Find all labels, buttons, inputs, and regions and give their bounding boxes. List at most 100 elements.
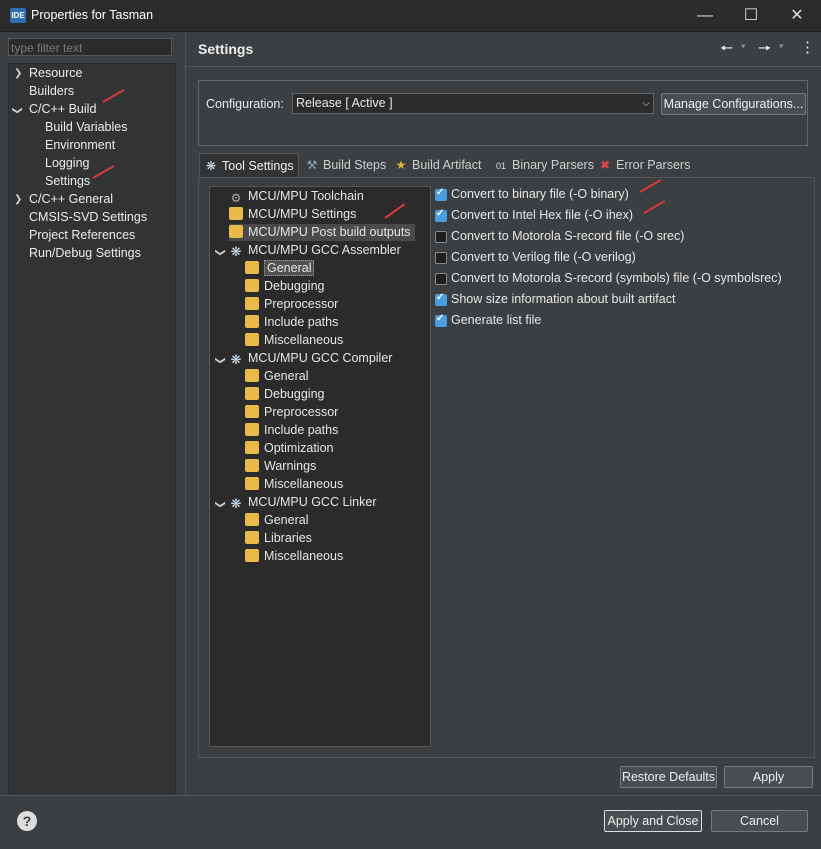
back-dropdown-icon[interactable]: ▾ [741, 41, 746, 52]
app-icon: IDE [10, 8, 26, 23]
cancel-button[interactable]: Cancel [711, 810, 808, 832]
nav-item-project-references[interactable]: Project References [29, 228, 135, 242]
tree-item-compiler-warnings[interactable]: Warnings [245, 458, 316, 475]
option-label[interactable]: Convert to Motorola S-record file (-O sr… [451, 229, 684, 243]
folder-icon [245, 477, 259, 490]
minimize-icon[interactable]: — [682, 0, 728, 31]
tab-tool-settings[interactable]: ❋ Tool Settings [199, 153, 299, 177]
tree-item-gcc-compiler[interactable]: ❋ MCU/MPU GCC Compiler [229, 350, 393, 367]
tree-item-assembler-miscellaneous[interactable]: Miscellaneous [245, 332, 343, 349]
chevron-down-icon[interactable]: ❯ [215, 500, 226, 508]
configuration-label: Configuration: [206, 97, 284, 111]
tab-binary-parsers[interactable]: 01 Binary Parsers [494, 153, 594, 177]
nav-item-build-variables[interactable]: Build Variables [45, 120, 127, 134]
folder-icon [245, 279, 259, 292]
option-label[interactable]: Generate list file [451, 313, 541, 327]
chevron-right-icon[interactable]: ❯ [14, 194, 22, 205]
page-title: Settings [198, 41, 254, 57]
tab-build-steps[interactable]: ⚒ Build Steps [305, 153, 387, 177]
gear-icon: ❋ [230, 496, 242, 511]
apply-button[interactable]: Apply [724, 766, 813, 788]
apply-and-close-button[interactable]: Apply and Close [604, 810, 702, 832]
back-arrow-icon[interactable]: 🠔 [720, 38, 733, 63]
tree-item-assembler-include-paths[interactable]: Include paths [245, 314, 338, 331]
property-nav-tree: ❯ Resource Builders ❯ C/C++ Build Build … [8, 63, 176, 796]
folder-icon [245, 315, 259, 328]
folder-icon [245, 297, 259, 310]
option-label[interactable]: Convert to Motorola S-record (symbols) f… [451, 271, 782, 285]
folder-icon [245, 441, 259, 454]
checkbox-verilog[interactable] [435, 252, 447, 264]
nav-item-resource[interactable]: Resource [29, 66, 83, 80]
chevron-right-icon[interactable]: ❯ [14, 68, 22, 79]
tree-item-linker-miscellaneous[interactable]: Miscellaneous [245, 548, 343, 565]
checkbox-list-file[interactable] [435, 313, 447, 327]
tree-item-compiler-include-paths[interactable]: Include paths [245, 422, 338, 439]
nav-item-cpp-build[interactable]: C/C++ Build [29, 102, 96, 116]
tree-item-assembler-general[interactable]: General [245, 260, 315, 277]
menu-kebab-icon[interactable]: ⋮ [800, 38, 815, 56]
restore-defaults-button[interactable]: Restore Defaults [620, 766, 717, 788]
chevron-down-icon[interactable]: ❯ [12, 106, 23, 114]
toolchain-icon: ⚙ [230, 191, 242, 205]
tree-item-gcc-linker[interactable]: ❋ MCU/MPU GCC Linker [229, 494, 377, 511]
folder-icon [245, 513, 259, 526]
tree-item-linker-general[interactable]: General [245, 512, 308, 529]
hammer-icon: ⚒ [306, 158, 318, 172]
close-icon[interactable]: ✕ [774, 0, 820, 31]
tree-item-settings[interactable]: MCU/MPU Settings [229, 206, 356, 223]
chevron-down-icon[interactable]: ❯ [215, 356, 226, 364]
filter-input[interactable]: type filter text [8, 38, 172, 56]
window-title: Properties for Tasman [31, 8, 154, 22]
tree-item-compiler-debugging[interactable]: Debugging [245, 386, 324, 403]
configuration-select[interactable]: Release [ Active ] [292, 93, 654, 114]
forward-dropdown-icon[interactable]: ▾ [779, 41, 784, 52]
chevron-down-icon[interactable]: ⌵ [638, 93, 654, 114]
option-label[interactable]: Show size information about built artifa… [451, 292, 675, 306]
option-label[interactable]: Convert to Intel Hex file (-O ihex) [451, 208, 633, 222]
tree-item-post-build-outputs[interactable]: MCU/MPU Post build outputs [229, 224, 415, 241]
tree-item-compiler-preprocessor[interactable]: Preprocessor [245, 404, 338, 421]
error-icon: ✖ [599, 158, 611, 172]
folder-icon [229, 225, 243, 238]
gear-icon: ❋ [230, 352, 242, 367]
trophy-icon: ★ [395, 158, 407, 172]
checkbox-symbolsrec[interactable] [435, 273, 447, 285]
nav-item-run-debug[interactable]: Run/Debug Settings [29, 246, 141, 260]
nav-item-settings[interactable]: Settings [45, 174, 90, 188]
tree-item-assembler-debugging[interactable]: Debugging [245, 278, 324, 295]
tree-item-linker-libraries[interactable]: Libraries [245, 530, 312, 547]
tab-build-artifact[interactable]: ★ Build Artifact [394, 153, 482, 177]
tree-item-gcc-assembler[interactable]: ❋ MCU/MPU GCC Assembler [229, 242, 401, 259]
tab-error-parsers[interactable]: ✖ Error Parsers [598, 153, 690, 177]
option-label[interactable]: Convert to Verilog file (-O verilog) [451, 250, 636, 264]
maximize-icon[interactable]: ☐ [728, 0, 774, 31]
nav-item-cmsis-svd[interactable]: CMSIS-SVD Settings [29, 210, 147, 224]
manage-configurations-button[interactable]: Manage Configurations... [661, 93, 806, 115]
nav-item-builders[interactable]: Builders [29, 84, 74, 98]
folder-icon [245, 333, 259, 346]
folder-icon [245, 531, 259, 544]
nav-item-cpp-general[interactable]: C/C++ General [29, 192, 113, 206]
checkbox-size-info[interactable] [435, 292, 447, 306]
chevron-down-icon[interactable]: ❯ [215, 248, 226, 256]
checkbox-srec[interactable] [435, 231, 447, 243]
panel-splitter[interactable] [185, 32, 186, 795]
checkbox-binary[interactable] [435, 187, 447, 201]
folder-icon [229, 207, 243, 220]
folder-icon [245, 405, 259, 418]
tool-settings-tree [209, 186, 431, 747]
folder-icon [245, 423, 259, 436]
nav-item-environment[interactable]: Environment [45, 138, 115, 152]
tree-item-assembler-preprocessor[interactable]: Preprocessor [245, 296, 338, 313]
help-icon[interactable]: ? [17, 811, 37, 831]
tree-item-toolchain[interactable]: ⚙ MCU/MPU Toolchain [229, 188, 364, 205]
tree-item-compiler-miscellaneous[interactable]: Miscellaneous [245, 476, 343, 493]
forward-arrow-icon[interactable]: 🠖 [758, 38, 771, 63]
tree-item-compiler-optimization[interactable]: Optimization [245, 440, 333, 457]
folder-icon [245, 387, 259, 400]
nav-item-logging[interactable]: Logging [45, 156, 90, 170]
tree-item-compiler-general[interactable]: General [245, 368, 308, 385]
option-label[interactable]: Convert to binary file (-O binary) [451, 187, 629, 201]
checkbox-intel-hex[interactable] [435, 208, 447, 222]
